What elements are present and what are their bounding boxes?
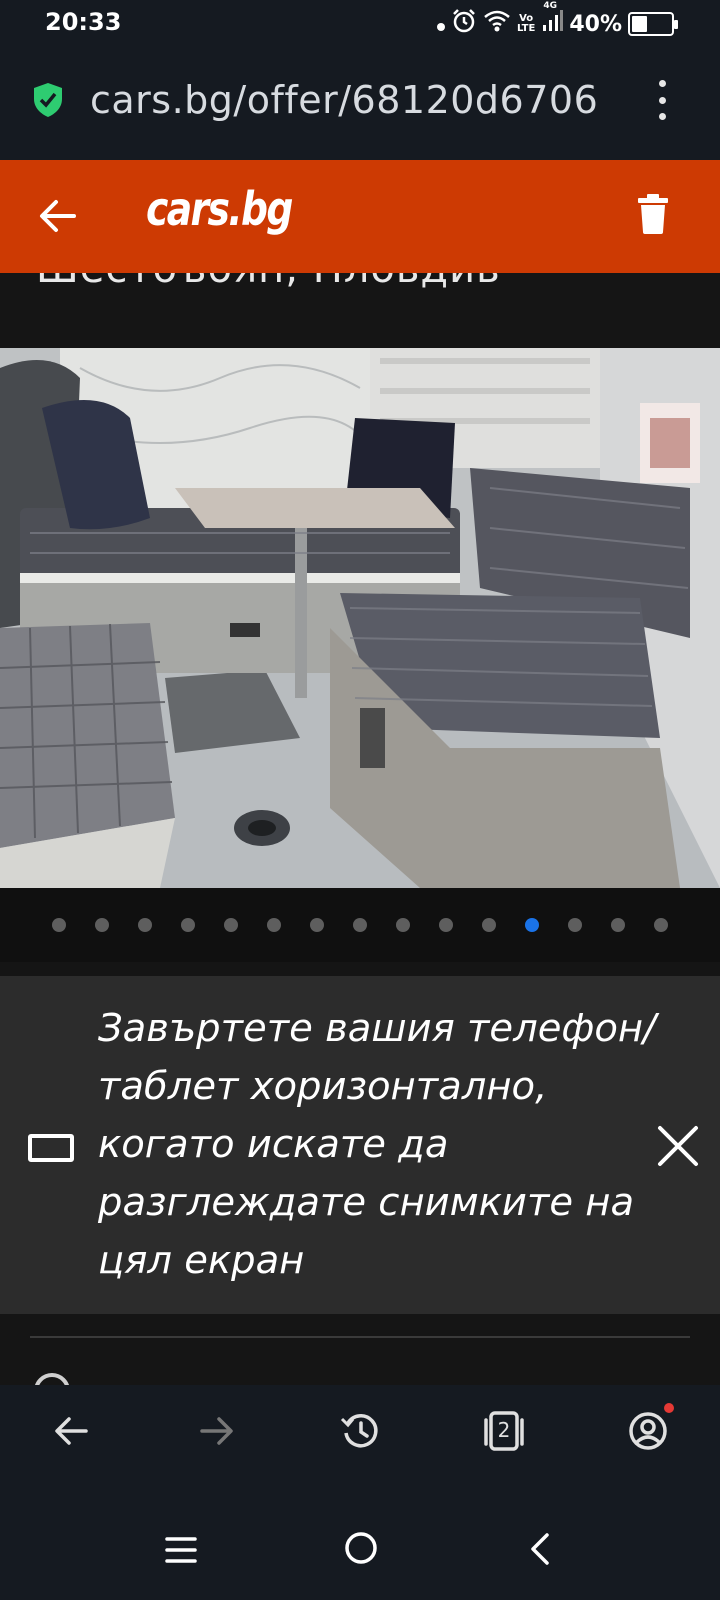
- gallery-pagination: [0, 888, 720, 962]
- forward-icon[interactable]: [196, 1411, 236, 1451]
- battery-icon: [628, 12, 678, 36]
- alarm-icon: [451, 8, 477, 40]
- gallery-dot[interactable]: [568, 918, 582, 932]
- landscape-phone-icon: [28, 1134, 74, 1162]
- site-header: cars.bg: [0, 160, 720, 273]
- tabs-icon[interactable]: 2: [482, 1410, 526, 1452]
- gallery-dot[interactable]: [439, 918, 453, 932]
- gallery-dot[interactable]: [224, 918, 238, 932]
- history-icon[interactable]: [340, 1411, 380, 1451]
- network-gen-label: 4G: [543, 1, 557, 11]
- status-bar: 20:33 Vo LTE 4G 40%: [0, 0, 720, 48]
- web-page: cars.bg Шестоъбян, Пловдив: [0, 160, 720, 1385]
- gallery-dot[interactable]: [181, 918, 195, 932]
- browser-toolbar: 2: [0, 1385, 720, 1500]
- back-icon[interactable]: [528, 1532, 552, 1570]
- status-time: 20:33: [45, 8, 122, 36]
- gallery-dot[interactable]: [52, 918, 66, 932]
- browser-url-bar: cars.bg/offer/68120d6706: [0, 48, 720, 160]
- back-icon[interactable]: [52, 1411, 92, 1451]
- trash-icon[interactable]: [638, 194, 668, 234]
- dot-indicator-icon: [436, 12, 445, 37]
- gallery-dot[interactable]: [353, 918, 367, 932]
- battery-fill: [632, 16, 648, 32]
- signal-icon: 4G: [541, 1, 564, 39]
- volte-label: Vo LTE: [517, 14, 535, 34]
- notification-dot: [664, 1403, 674, 1413]
- section-divider: [30, 1336, 690, 1338]
- close-icon[interactable]: [656, 1124, 700, 1168]
- tab-count-label: 2: [497, 1418, 511, 1442]
- arrow-left-icon[interactable]: [38, 196, 78, 236]
- gallery-dot[interactable]: [654, 918, 668, 932]
- battery-percent: 40%: [569, 11, 622, 37]
- brand-logo[interactable]: cars.bg: [146, 182, 293, 236]
- more-vert-icon[interactable]: [656, 80, 668, 120]
- home-icon[interactable]: [343, 1530, 379, 1570]
- system-nav-bar: [0, 1500, 720, 1600]
- wifi-icon: [483, 9, 511, 39]
- gallery-dot[interactable]: [138, 918, 152, 932]
- gallery-dot[interactable]: [482, 918, 496, 932]
- gallery-dot[interactable]: [396, 918, 410, 932]
- van-interior-image: [0, 348, 720, 888]
- rotate-hint-text: Завъртете вашия телефон/таблет хоризонта…: [98, 1006, 657, 1283]
- account-icon[interactable]: [628, 1411, 668, 1451]
- gallery-dot[interactable]: [525, 918, 539, 932]
- gallery-dot[interactable]: [95, 918, 109, 932]
- gallery-dot[interactable]: [267, 918, 281, 932]
- url-field[interactable]: cars.bg/offer/68120d6706: [90, 78, 635, 122]
- rotate-hint-banner: Завъртете вашия телефон/таблет хоризонта…: [0, 976, 720, 1314]
- gallery-dot[interactable]: [611, 918, 625, 932]
- gallery-photo[interactable]: [0, 348, 720, 888]
- volte-bottom: LTE: [516, 23, 536, 34]
- gallery-dot[interactable]: [310, 918, 324, 932]
- menu-icon[interactable]: [165, 1536, 197, 1568]
- shield-check-icon[interactable]: [32, 82, 64, 118]
- status-icons: Vo LTE 4G 40%: [436, 1, 678, 40]
- search-icon: [34, 1373, 70, 1385]
